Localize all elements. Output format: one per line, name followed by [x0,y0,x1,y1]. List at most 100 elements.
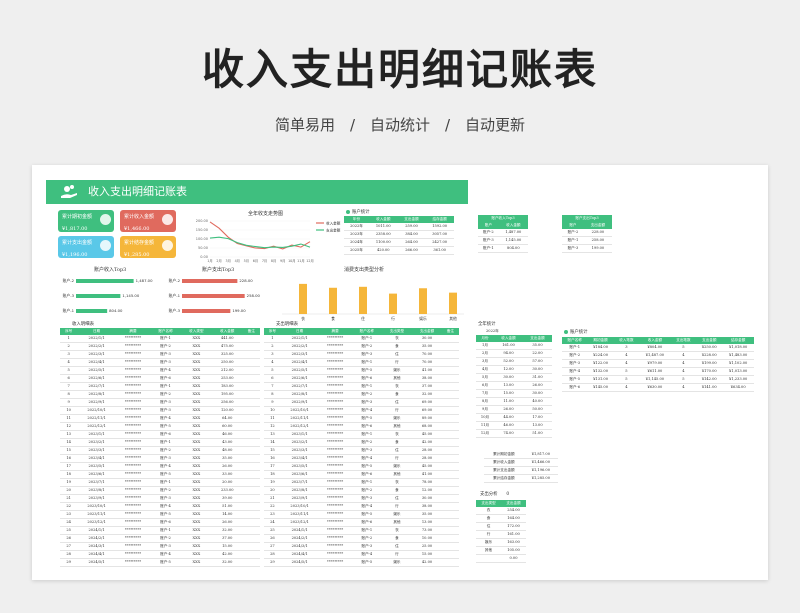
table-cell[interactable]: 69.00 [411,406,443,416]
table-cell[interactable] [442,390,459,400]
table-cell[interactable]: 2022/11/1 [280,414,319,424]
table-cell[interactable]: XXX [180,518,212,528]
table-cell[interactable]: 45.00 [411,430,443,440]
table-cell[interactable]: 其他 [476,546,501,556]
table-cell[interactable]: 325.00 [211,350,243,360]
table-cell[interactable]: 11 [264,414,281,424]
table-cell[interactable]: 28 [264,550,281,560]
table-cell[interactable]: 23 [264,510,281,520]
table-cell[interactable]: XXX [180,462,212,472]
table-cell[interactable]: 233.00 [211,486,243,496]
table-cell[interactable]: 2023/7/1 [280,478,319,488]
table-cell[interactable] [242,534,260,544]
table-cell[interactable]: ¥122.00 [587,359,614,369]
table-cell[interactable]: 2024/1/1 [77,526,116,536]
table-cell[interactable]: 52.00 [494,357,523,367]
table-cell[interactable]: 2023年 [344,230,369,240]
table-cell[interactable]: XXX [180,366,212,376]
table-cell[interactable]: 账户-1 [351,335,382,344]
table-cell[interactable]: 4 [670,383,697,393]
table-cell[interactable]: XXX [180,534,212,544]
table-cell[interactable]: 其他 [381,374,412,384]
table-cell[interactable]: 账户-6 [351,422,382,432]
table-cell[interactable]: XXX [180,526,212,536]
table-cell[interactable]: 4 [613,359,640,369]
table-cell[interactable]: ¥1,145.00 [639,375,671,385]
table-cell[interactable]: 78.00 [411,478,443,488]
table-cell[interactable]: 2022/8/1 [77,390,116,400]
table-cell[interactable]: 账户-6 [351,518,382,528]
table-cell[interactable]: 账户-6 [562,383,588,393]
table-cell[interactable]: ********* [318,438,352,448]
table-cell[interactable]: 账户-3 [562,244,584,254]
table-cell[interactable]: 24 [60,518,78,528]
table-cell[interactable]: 57.00 [522,357,552,367]
table-cell[interactable]: XXX [180,422,212,432]
table-cell[interactable]: 账户-2 [150,534,181,544]
table-cell[interactable]: ********* [115,342,151,352]
table-cell[interactable]: 食 [381,438,412,448]
table-cell[interactable]: 食 [381,534,412,544]
table-cell[interactable]: 账户-2 [562,229,584,238]
table-cell[interactable]: 45.00 [411,462,443,472]
table-cell[interactable]: 账户-2 [351,390,382,400]
table-cell[interactable]: 食 [476,514,501,524]
table-cell[interactable] [242,438,260,448]
table-cell[interactable]: 账户-1 [150,438,181,448]
table-cell[interactable]: 账户-2 [351,342,382,352]
table-cell[interactable]: 68.00 [411,422,443,432]
table-cell[interactable]: 14.00 [211,510,243,520]
table-cell[interactable]: 253.00 [211,374,243,384]
table-cell[interactable]: 5 [264,366,281,376]
table-cell[interactable]: 11月 [476,421,494,431]
table-cell[interactable]: 娱乐 [381,510,412,520]
table-cell[interactable]: 70.00 [411,358,443,368]
table-cell[interactable]: 42.00 [211,550,243,560]
table-cell[interactable]: 2023/12/1 [77,518,116,528]
table-cell[interactable]: 2023/3/1 [280,446,319,456]
table-cell[interactable]: 4 [613,383,640,393]
table-cell[interactable]: 7 [264,382,281,392]
table-cell[interactable] [442,430,459,440]
table-cell[interactable]: 42.00 [411,438,443,448]
table-cell[interactable]: 15.00 [411,550,443,560]
table-cell[interactable]: 2023/4/1 [280,454,319,464]
table-cell[interactable]: 账户-3 [150,398,181,408]
table-cell[interactable]: 2025年 [344,246,369,256]
table-cell[interactable]: 33.00 [211,470,243,480]
table-cell[interactable]: 32.00 [211,526,243,536]
table-cell[interactable]: ********* [318,390,352,400]
table-cell[interactable] [242,382,260,392]
table-cell[interactable]: ********* [318,446,352,456]
table-cell[interactable]: 娱乐 [381,558,412,568]
table-cell[interactable]: 17 [264,462,281,472]
table-cell[interactable]: 2023/11/1 [280,510,319,520]
table-cell[interactable]: 0.00 [501,554,526,564]
table-cell[interactable]: 1592.00 [425,223,454,232]
table-cell[interactable]: 其他 [381,422,412,432]
table-cell[interactable]: XXX [180,510,212,520]
table-cell[interactable]: 账户-1 [351,382,382,392]
table-cell[interactable]: XXX [180,558,212,568]
table-cell[interactable]: 266.00 [397,246,426,256]
table-cell[interactable] [242,335,260,344]
table-cell[interactable]: ¥1,196.00 [523,466,558,475]
table-cell[interactable] [442,542,459,552]
table-cell[interactable]: 25 [60,526,78,536]
table-cell[interactable]: ********* [115,390,151,400]
table-cell[interactable] [442,398,459,408]
table-cell[interactable]: 212.00 [211,366,243,376]
table-cell[interactable]: 2427.00 [425,238,454,248]
table-cell[interactable]: 账户-2 [351,486,382,496]
table-cell[interactable]: ********* [318,422,352,432]
table-cell[interactable]: 账户-2 [150,390,181,400]
table-cell[interactable]: 361.00 [425,246,454,256]
table-cell[interactable]: 60.00 [211,422,243,432]
table-cell[interactable]: XXX [180,494,212,504]
table-cell[interactable] [442,534,459,544]
table-cell[interactable]: XXX [180,414,212,424]
table-cell[interactable]: 衣 [381,382,412,392]
table-cell[interactable]: ********* [115,374,151,384]
table-cell[interactable]: 住 [381,542,412,552]
table-cell[interactable]: 累计收入金额 [484,458,524,467]
